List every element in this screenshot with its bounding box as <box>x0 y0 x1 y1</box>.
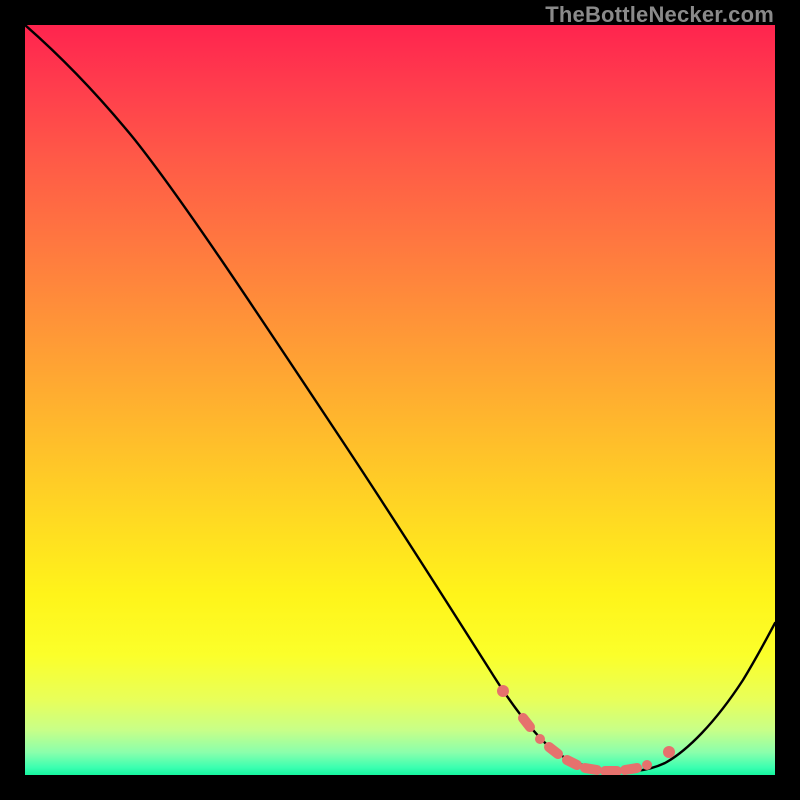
highlight-dash <box>585 768 597 770</box>
curve-path <box>25 25 775 772</box>
chart-frame <box>22 22 778 778</box>
highlight-dot <box>663 746 675 758</box>
highlight-dash <box>549 747 558 754</box>
bottleneck-curve <box>25 25 775 775</box>
highlight-dash <box>523 718 530 727</box>
highlight-dot <box>642 760 652 770</box>
optimal-region-highlight <box>497 685 675 771</box>
highlight-dot <box>497 685 509 697</box>
plot-area <box>25 25 775 775</box>
highlight-dash <box>625 768 637 770</box>
attribution-watermark: TheBottleNecker.com <box>545 2 774 28</box>
highlight-dot <box>535 734 545 744</box>
highlight-dash <box>567 760 577 765</box>
